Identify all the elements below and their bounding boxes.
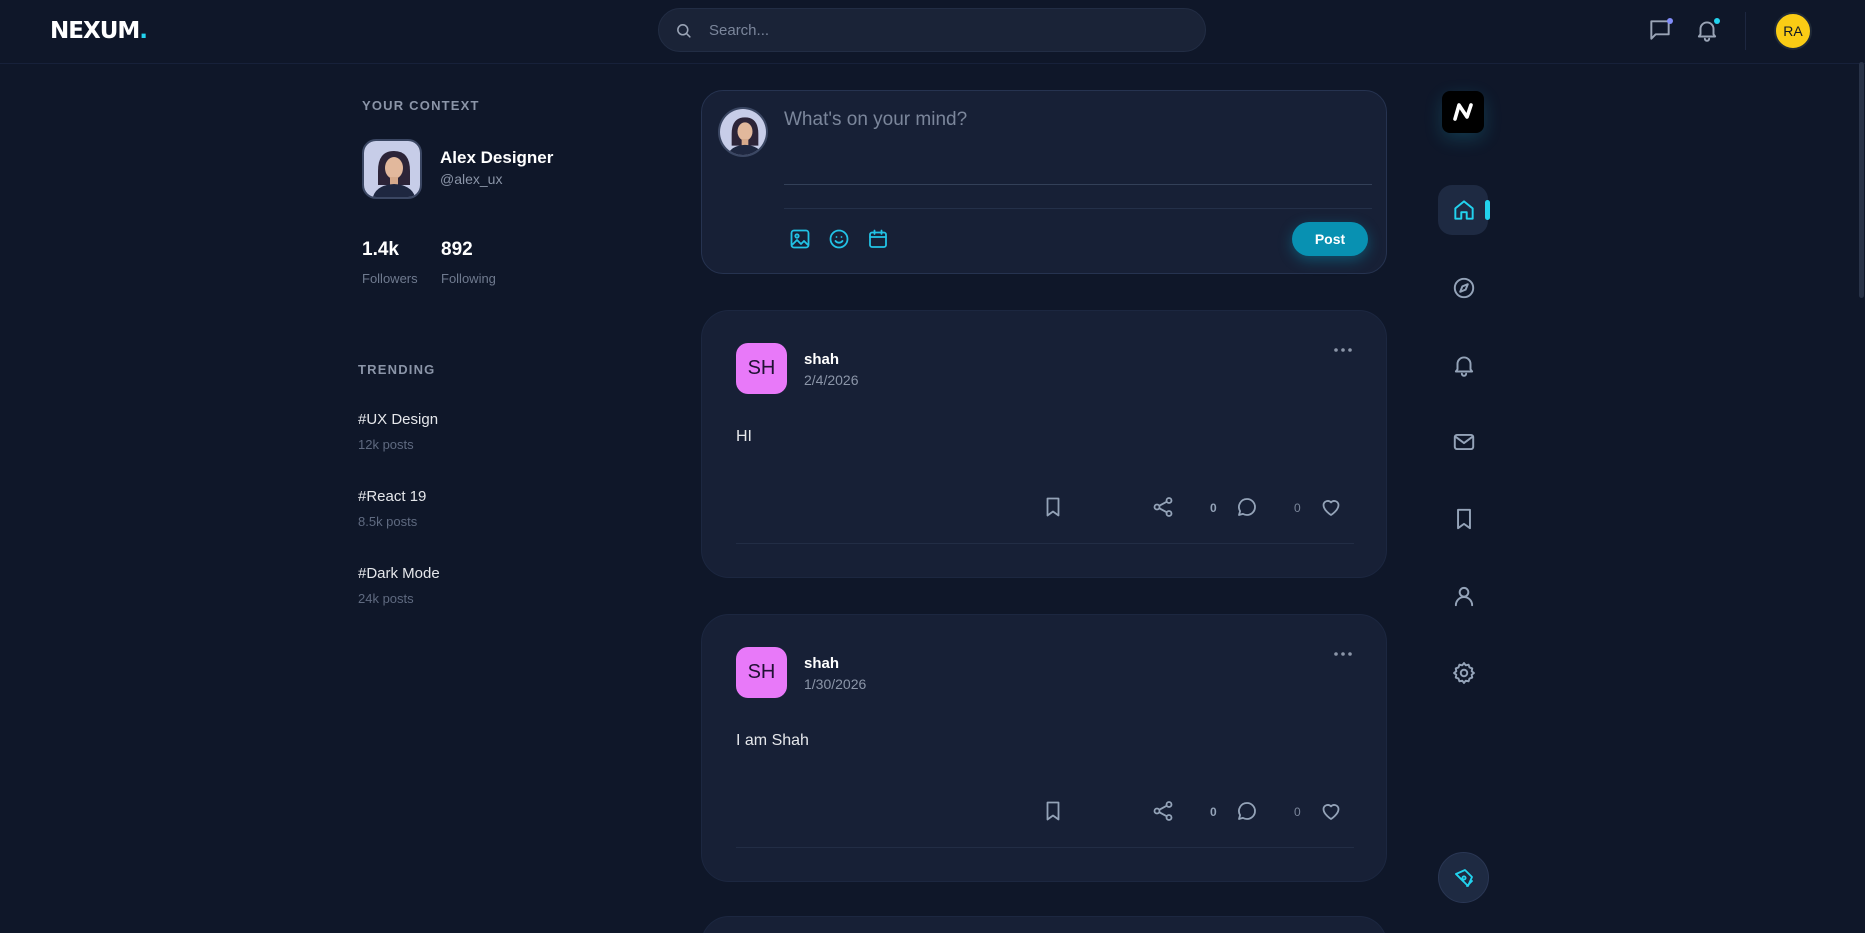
author-name[interactable]: shah — [804, 351, 839, 368]
mail-icon — [1453, 433, 1475, 451]
nav-messages[interactable] — [1451, 429, 1477, 455]
comment-icon — [1238, 802, 1256, 820]
brand-icon — [1453, 103, 1473, 121]
nav-profile[interactable] — [1451, 583, 1477, 609]
share-count: 0 — [1210, 501, 1217, 515]
add-image-button[interactable] — [788, 227, 812, 251]
search-bar — [658, 8, 1206, 52]
trending-title: TRENDING — [358, 362, 436, 377]
following-label: Following — [441, 271, 496, 286]
post-card: SH shah 2/4/2026 HI 0 0 — [701, 310, 1387, 578]
profile-avatar[interactable] — [362, 139, 422, 199]
trending-tag[interactable]: #React 19 — [358, 488, 426, 505]
bookmark-button[interactable] — [1041, 495, 1065, 519]
share-count: 0 — [1210, 805, 1217, 819]
heart-icon — [1322, 500, 1340, 516]
post-menu-button[interactable] — [1332, 343, 1354, 357]
profile-handle: @alex_ux — [440, 171, 503, 187]
author-avatar[interactable]: SH — [736, 343, 787, 394]
logo[interactable]: NEXUM. — [50, 18, 148, 44]
nav-active-marker — [1485, 200, 1490, 220]
heart-icon — [1322, 804, 1340, 820]
comment-count: 0 — [1294, 805, 1301, 819]
post-menu-button[interactable] — [1332, 647, 1354, 661]
notification-dot — [1714, 18, 1720, 24]
messages-button[interactable] — [1647, 17, 1673, 43]
nav-home[interactable] — [1451, 197, 1477, 223]
more-icon — [1334, 652, 1352, 656]
pen-icon — [1455, 869, 1473, 887]
bookmark-icon — [1046, 801, 1060, 821]
comment-button[interactable] — [1235, 799, 1259, 823]
nav-explore[interactable] — [1451, 275, 1477, 301]
like-button[interactable] — [1319, 495, 1343, 519]
composer-input[interactable] — [784, 109, 1372, 185]
compass-icon — [1453, 277, 1475, 299]
bell-icon — [1454, 356, 1474, 377]
share-icon — [1153, 801, 1173, 821]
trending-count: 12k posts — [358, 437, 414, 452]
gear-icon — [1453, 662, 1475, 684]
post-card — [701, 916, 1387, 933]
user-icon — [1454, 586, 1474, 607]
post-button[interactable]: Post — [1292, 222, 1368, 256]
nav-settings[interactable] — [1451, 660, 1477, 686]
post-date: 1/30/2026 — [804, 676, 867, 692]
trending-count: 24k posts — [358, 591, 414, 606]
composer-avatar — [718, 107, 768, 157]
home-icon — [1454, 200, 1474, 220]
image-icon — [790, 229, 810, 249]
composer-divider — [784, 208, 1372, 209]
search-input[interactable] — [709, 9, 1189, 51]
search-icon — [677, 24, 691, 38]
post-text: HI — [736, 428, 752, 445]
context-title: YOUR CONTEXT — [362, 98, 480, 113]
author-name[interactable]: shah — [804, 655, 839, 672]
bookmark-icon — [1457, 508, 1471, 530]
post-date: 2/4/2026 — [804, 372, 859, 388]
comment-count: 0 — [1294, 501, 1301, 515]
following-count[interactable]: 892 — [441, 239, 473, 261]
followers-count[interactable]: 1.4k — [362, 239, 399, 261]
comment-icon — [1238, 498, 1256, 516]
nav-bookmarks[interactable] — [1451, 506, 1477, 532]
share-button[interactable] — [1151, 495, 1175, 519]
calendar-icon — [869, 229, 887, 248]
smile-icon — [829, 229, 849, 249]
followers-label: Followers — [362, 271, 418, 286]
nav-notifications[interactable] — [1451, 352, 1477, 378]
scrollbar[interactable] — [1859, 62, 1864, 298]
trending-tag[interactable]: #Dark Mode — [358, 565, 440, 582]
bookmark-icon — [1046, 497, 1060, 517]
profile-name[interactable]: Alex Designer — [440, 148, 553, 168]
share-icon — [1153, 497, 1173, 517]
brand-tile[interactable] — [1442, 91, 1484, 133]
post-composer: Post — [701, 90, 1387, 274]
comment-button[interactable] — [1235, 495, 1259, 519]
add-emoji-button[interactable] — [827, 227, 851, 251]
compose-button[interactable] — [1438, 852, 1489, 903]
post-text: I am Shah — [736, 732, 809, 749]
bookmark-button[interactable] — [1041, 799, 1065, 823]
post-footer-divider — [736, 847, 1354, 848]
header-divider — [1745, 12, 1746, 50]
post-footer-divider — [736, 543, 1354, 544]
more-icon — [1334, 348, 1352, 352]
author-avatar[interactable]: SH — [736, 647, 787, 698]
like-button[interactable] — [1319, 799, 1343, 823]
trending-tag[interactable]: #UX Design — [358, 411, 438, 428]
notifications-button[interactable] — [1694, 17, 1720, 43]
user-avatar[interactable]: RA — [1774, 12, 1812, 50]
share-button[interactable] — [1151, 799, 1175, 823]
trending-count: 8.5k posts — [358, 514, 418, 529]
top-bar: NEXUM. RA — [0, 0, 1865, 64]
unread-dot — [1667, 18, 1673, 24]
logo-dot: . — [139, 18, 148, 44]
schedule-button[interactable] — [866, 227, 890, 251]
post-card: SH shah 1/30/2026 I am Shah 0 0 — [701, 614, 1387, 882]
